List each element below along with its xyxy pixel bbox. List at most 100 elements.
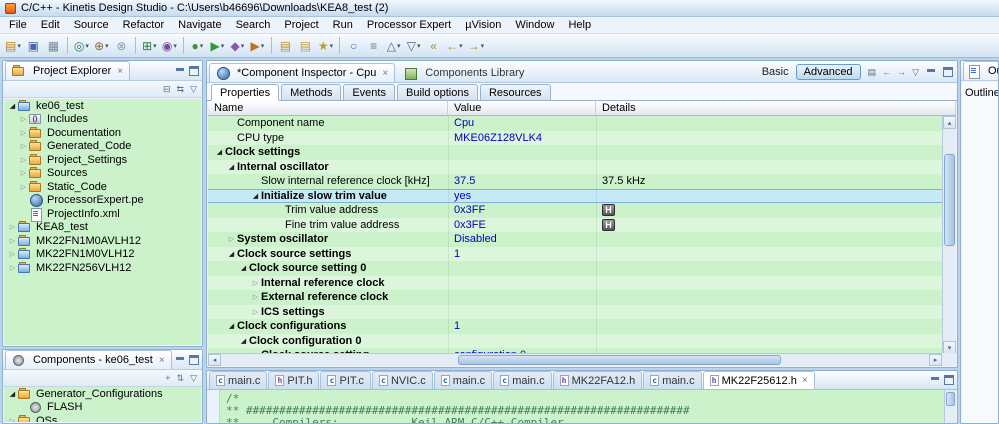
- property-row[interactable]: ◢ Clock source settings 1: [208, 246, 942, 261]
- previous-annotation-icon[interactable]: △ ▾: [384, 36, 403, 56]
- maximize-icon[interactable]: [944, 375, 954, 385]
- property-value[interactable]: 1: [448, 319, 596, 334]
- property-value[interactable]: Cpu: [448, 116, 596, 131]
- view-menu-icon[interactable]: ▽: [190, 84, 197, 94]
- back-icon[interactable]: ←: [882, 67, 891, 77]
- property-value[interactable]: [448, 145, 596, 160]
- pe-page-icon[interactable]: ▤: [868, 67, 877, 77]
- magic-wand-icon[interactable]: ★ ▾: [316, 36, 335, 56]
- scrollbar-thumb[interactable]: [946, 392, 955, 406]
- tab-outline[interactable]: Out: [963, 61, 998, 80]
- property-row[interactable]: Trim value address 0x3FF H: [208, 203, 942, 218]
- menu-vision[interactable]: µVision: [458, 18, 508, 32]
- twistie-icon[interactable]: ▷: [18, 169, 29, 177]
- editor-tab-main-c[interactable]: c main.c: [433, 371, 493, 389]
- twistie-icon[interactable]: ◢: [226, 250, 237, 258]
- build-icon[interactable]: ⊕ ▾: [92, 36, 111, 56]
- address-format-button[interactable]: H: [602, 204, 615, 217]
- property-row[interactable]: ▷ ICS settings: [208, 304, 942, 319]
- project-item-sources[interactable]: ▷ Sources: [4, 167, 201, 181]
- forward-icon[interactable]: → ▾: [466, 36, 487, 56]
- menu-refactor[interactable]: Refactor: [116, 18, 172, 32]
- twistie-icon[interactable]: ◢: [226, 322, 237, 330]
- property-row[interactable]: ◢ Initialize slow trim value yes: [208, 188, 942, 203]
- view-menu-icon[interactable]: ▽: [912, 67, 919, 77]
- property-row[interactable]: Slow internal reference clock [kHz] 37.5 3…: [208, 174, 942, 189]
- sort-components-icon[interactable]: ⇅: [177, 373, 185, 383]
- property-value[interactable]: 1: [448, 246, 596, 261]
- twistie-icon[interactable]: ▷: [18, 183, 29, 191]
- property-row[interactable]: CPU type MKE06Z128VLK4: [208, 130, 942, 145]
- close-icon[interactable]: ×: [159, 355, 165, 366]
- maximize-icon[interactable]: [189, 355, 199, 365]
- menu-window[interactable]: Window: [508, 18, 561, 32]
- twistie-icon[interactable]: ▷: [7, 237, 18, 245]
- link-with-editor-icon[interactable]: ⇆: [177, 84, 185, 94]
- project-item-mk22fn1m0avlh12[interactable]: ▷ MK22FN1M0AVLH12: [4, 234, 201, 248]
- property-value[interactable]: MKE06Z128VLK4: [448, 130, 596, 145]
- twistie-icon[interactable]: ▷: [7, 417, 18, 422]
- editor-tab-mk22f25612-h[interactable]: h MK22F25612.h ×: [702, 371, 815, 389]
- property-row[interactable]: ▷ Internal reference clock: [208, 275, 942, 290]
- twistie-icon[interactable]: ▷: [226, 235, 237, 243]
- scrollbar-thumb[interactable]: [944, 154, 955, 246]
- print-icon[interactable]: ▦: [44, 36, 63, 56]
- property-value[interactable]: [448, 261, 596, 276]
- twistie-icon[interactable]: ◢: [238, 337, 249, 345]
- search-icon[interactable]: ○: [344, 36, 363, 56]
- property-value[interactable]: Disabled: [448, 232, 596, 247]
- menu-search[interactable]: Search: [229, 18, 278, 32]
- twistie-icon[interactable]: ▷: [250, 308, 261, 316]
- tab-properties[interactable]: Properties: [211, 84, 280, 101]
- property-row[interactable]: Component name Cpu: [208, 116, 942, 131]
- project-item-projectinfo-xml[interactable]: ProjectInfo.xml: [4, 207, 201, 222]
- collapse-all-icon[interactable]: ⊟: [163, 84, 171, 94]
- maximize-icon[interactable]: [189, 66, 199, 76]
- tab-components[interactable]: Components - ke06_test ×: [5, 350, 172, 369]
- tab-project-explorer[interactable]: Project Explorer ×: [5, 61, 131, 80]
- mark-occurrences-icon[interactable]: ≡: [364, 36, 383, 56]
- minimize-icon[interactable]: [175, 355, 185, 365]
- address-format-button[interactable]: H: [602, 218, 615, 231]
- project-item-ke06-test[interactable]: ◢ ke06_test: [4, 99, 201, 113]
- maximize-icon[interactable]: [943, 67, 953, 77]
- component-item-oss[interactable]: ▷ OSs: [4, 414, 201, 422]
- editor-scrollbar[interactable]: [944, 390, 956, 423]
- scroll-left-icon[interactable]: ◂: [208, 354, 221, 366]
- editor-tab-pit-c[interactable]: c PIT.c: [320, 371, 371, 389]
- scrollbar-thumb[interactable]: [457, 355, 781, 365]
- open-folder-icon[interactable]: ▤: [276, 36, 295, 56]
- close-icon[interactable]: ×: [117, 66, 123, 77]
- external-tools-icon[interactable]: ▶ ▾: [248, 36, 267, 56]
- property-row[interactable]: ◢ Clock configurations 1: [208, 319, 942, 334]
- tab-methods[interactable]: Methods: [281, 84, 342, 100]
- twistie-icon[interactable]: ▷: [18, 115, 29, 123]
- property-value[interactable]: [448, 333, 596, 348]
- property-row[interactable]: ◢ Internal oscillator: [208, 159, 942, 174]
- project-item-generated-code[interactable]: ▷ Generated_Code: [4, 140, 201, 154]
- project-item-mk22fn1m0vlh12[interactable]: ▷ MK22FN1M0VLH12: [4, 248, 201, 262]
- run-icon[interactable]: ▶ ▾: [208, 36, 227, 56]
- twistie-icon[interactable]: ▷: [7, 223, 18, 231]
- editor-tab-main-c[interactable]: c main.c: [209, 371, 268, 389]
- property-row[interactable]: Fine trim value address 0x3FE H: [208, 217, 942, 232]
- minimize-icon[interactable]: [175, 66, 185, 76]
- property-value[interactable]: [448, 304, 596, 319]
- menu-source[interactable]: Source: [67, 18, 116, 32]
- components-tree[interactable]: ◢ Generator_Configurations FLASH ▷ OSs: [4, 387, 201, 422]
- twistie-icon[interactable]: ▷: [18, 156, 29, 164]
- profile-icon[interactable]: ◆ ▾: [228, 36, 247, 56]
- project-item-processorexpert-pe[interactable]: ProcessorExpert.pe: [4, 194, 201, 208]
- horizontal-scrollbar[interactable]: ◂ ▸: [208, 353, 942, 366]
- property-row[interactable]: ▷ External reference clock: [208, 290, 942, 305]
- last-edit-location-icon[interactable]: «: [424, 36, 443, 56]
- twistie-icon[interactable]: ◢: [238, 264, 249, 272]
- twistie-icon[interactable]: ▷: [18, 142, 29, 150]
- editor-tab-main-c[interactable]: c main.c: [493, 371, 552, 389]
- import-folder-icon[interactable]: ▤: [296, 36, 315, 56]
- code-editor[interactable]: /* ** ###################################…: [208, 390, 944, 423]
- twistie-icon[interactable]: ◢: [7, 102, 18, 110]
- twistie-icon[interactable]: ◢: [214, 148, 225, 156]
- view-menu-icon[interactable]: ▽: [190, 373, 197, 383]
- tab-components-library[interactable]: Components Library: [397, 63, 531, 82]
